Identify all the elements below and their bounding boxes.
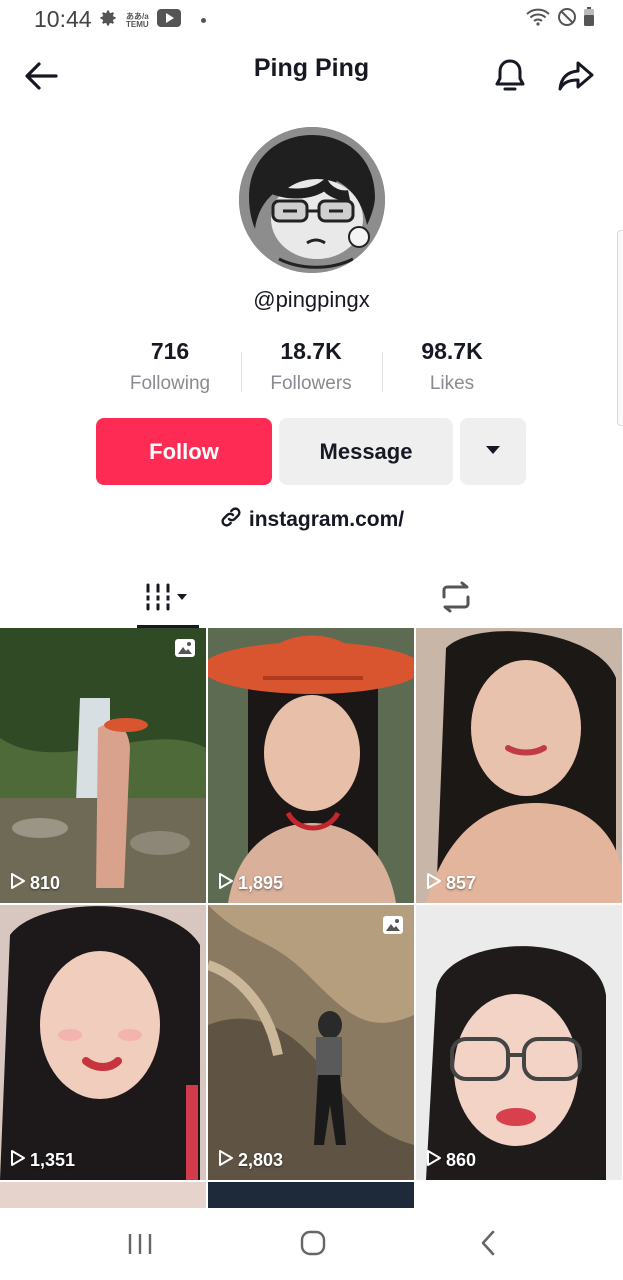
view-count: 857 xyxy=(446,873,477,893)
follow-button[interactable]: Follow xyxy=(96,418,272,485)
wifi-icon xyxy=(525,7,551,32)
stat-likes[interactable]: 98.7K Likes xyxy=(382,338,522,395)
video-tile[interactable]: 857 xyxy=(416,628,622,903)
stat-value: 716 xyxy=(150,338,190,364)
play-icon xyxy=(10,872,26,895)
play-icon xyxy=(218,1149,234,1172)
video-tile[interactable]: 860 xyxy=(416,905,622,1180)
grid-columns-icon xyxy=(144,581,192,618)
youtube-icon xyxy=(156,9,181,32)
scroll-handle[interactable] xyxy=(617,230,623,426)
home-icon[interactable] xyxy=(298,1228,328,1258)
message-button[interactable]: Message xyxy=(279,418,453,485)
video-tile[interactable] xyxy=(0,1182,206,1208)
back-chevron-icon[interactable] xyxy=(476,1228,500,1258)
profile-stats: 716 Following 18.7K Followers 98.7K Like… xyxy=(100,338,523,404)
stat-following[interactable]: 716 Following xyxy=(100,338,240,395)
status-time: 10:44 xyxy=(34,6,92,32)
video-tile[interactable]: 810 xyxy=(0,628,206,903)
video-tile[interactable]: 1,351 xyxy=(0,905,206,1180)
settings-gear-icon xyxy=(98,8,118,33)
play-icon xyxy=(426,872,442,895)
system-nav-bar xyxy=(0,1208,623,1280)
bio-link[interactable]: instagram.com/ xyxy=(0,505,623,535)
temu-notification-icon: ああ/a TEMU xyxy=(126,11,149,29)
stat-followers[interactable]: 18.7K Followers xyxy=(241,338,381,395)
username: @pingpingx xyxy=(253,287,370,312)
stat-value: 98.7K xyxy=(421,338,483,364)
stat-label: Followers xyxy=(270,373,352,394)
play-icon xyxy=(426,1149,442,1172)
share-arrow-icon[interactable] xyxy=(556,56,596,96)
video-tile[interactable]: 2,803 xyxy=(208,905,414,1180)
video-tile[interactable] xyxy=(208,1182,414,1208)
bio-link-text: instagram.com/ xyxy=(248,508,405,531)
no-sim-icon xyxy=(557,7,577,32)
recent-apps-icon[interactable] xyxy=(125,1230,155,1258)
more-notifications-dot-icon xyxy=(200,18,206,23)
stat-value: 18.7K xyxy=(280,338,342,364)
video-tile[interactable]: 1,895 xyxy=(208,628,414,903)
repost-icon xyxy=(438,581,474,618)
video-grid: 810 1,895 857 1,351 2,803 860 xyxy=(0,628,623,1208)
play-icon xyxy=(10,1149,26,1172)
play-icon xyxy=(218,872,234,895)
view-count: 1,351 xyxy=(30,1150,76,1170)
view-count: 860 xyxy=(446,1150,477,1170)
tab-reposts[interactable] xyxy=(428,570,484,628)
stat-label: Following xyxy=(129,373,211,394)
caret-down-icon xyxy=(485,443,501,461)
link-icon xyxy=(219,505,243,535)
tab-videos[interactable] xyxy=(137,570,199,628)
view-count: 1,895 xyxy=(238,873,284,893)
avatar[interactable] xyxy=(239,127,385,273)
view-count: 810 xyxy=(30,873,61,893)
bell-icon[interactable] xyxy=(490,56,530,96)
battery-icon xyxy=(583,7,595,32)
profile-tabs xyxy=(0,570,623,628)
more-options-button[interactable] xyxy=(460,418,526,485)
stat-label: Likes xyxy=(429,373,475,394)
profile-header: Ping Ping xyxy=(0,40,623,110)
photo-post-icon xyxy=(174,638,196,663)
photo-post-icon xyxy=(382,915,404,940)
view-count: 2,803 xyxy=(238,1150,284,1170)
status-bar: 10:44 ああ/a TEMU xyxy=(0,0,623,40)
